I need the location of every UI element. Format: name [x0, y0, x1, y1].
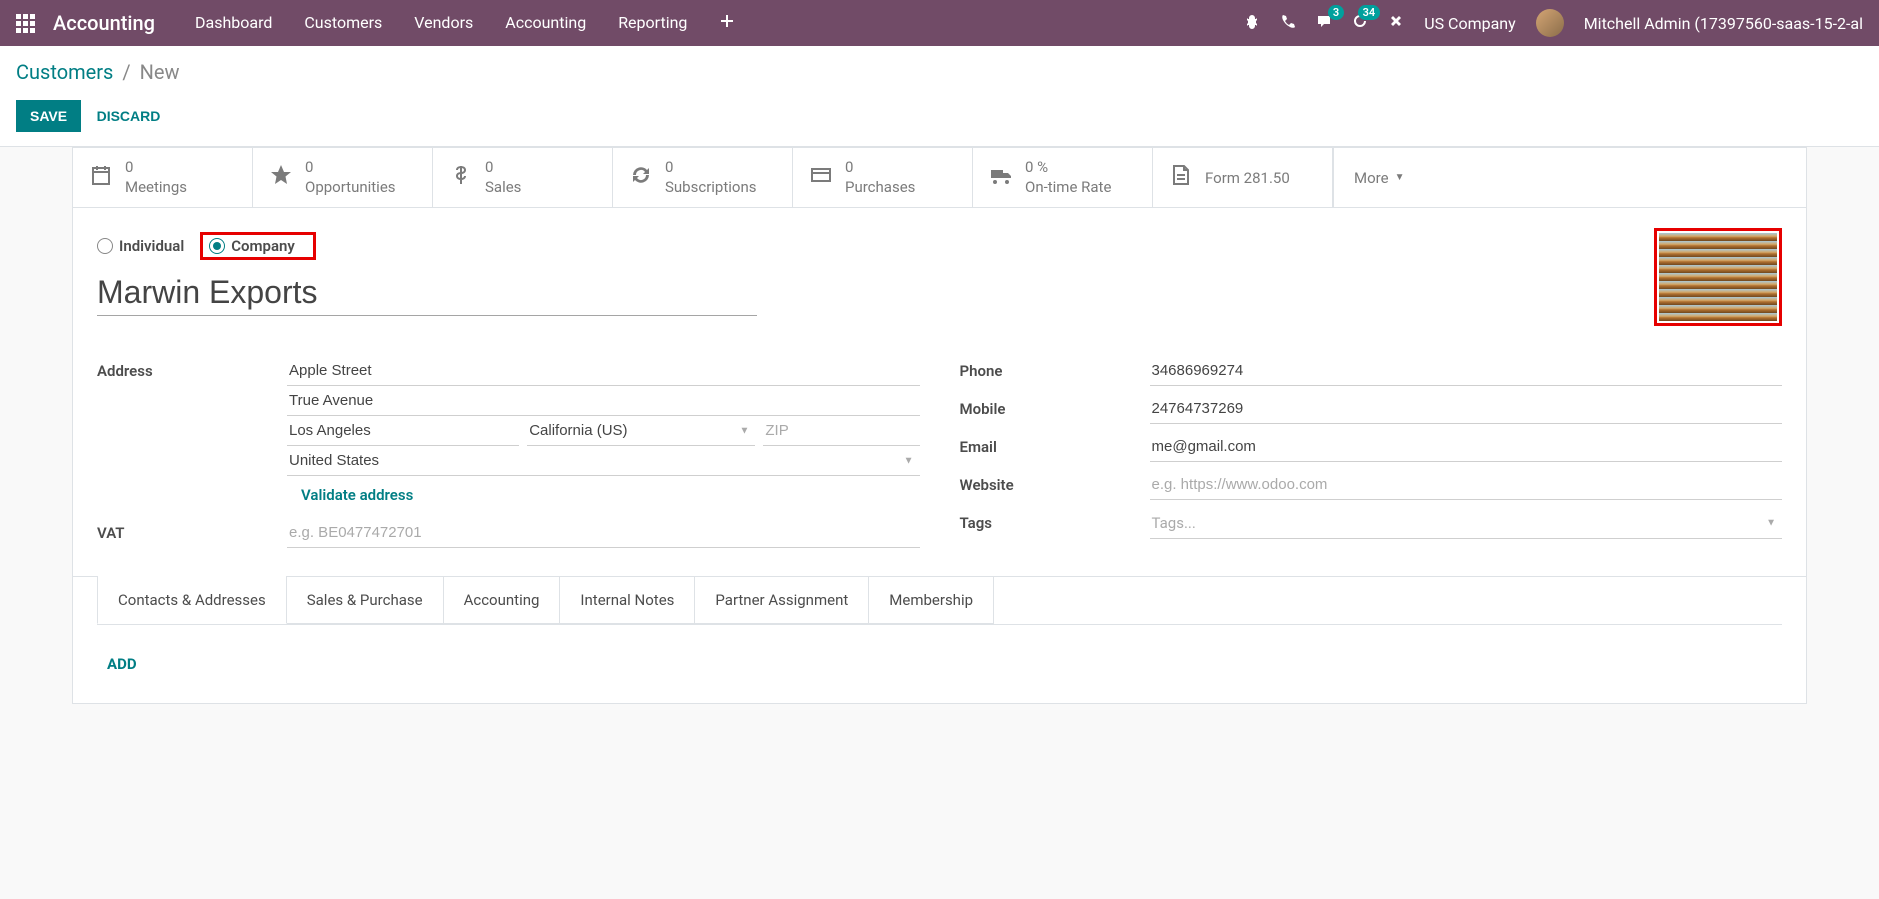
- refresh-icon: [629, 163, 653, 193]
- truck-icon: [989, 163, 1013, 193]
- settings-icon[interactable]: [1388, 13, 1404, 33]
- radio-individual[interactable]: Individual: [97, 237, 184, 255]
- radio-circle-icon: [97, 238, 113, 254]
- radio-circle-checked-icon: [209, 238, 225, 254]
- caret-down-icon: ▼: [1766, 518, 1776, 529]
- phone-label: Phone: [960, 356, 1150, 380]
- mobile-input[interactable]: [1150, 394, 1783, 424]
- company-image[interactable]: [1659, 233, 1777, 321]
- nav-reporting[interactable]: Reporting: [618, 13, 687, 33]
- name-input[interactable]: [97, 270, 757, 316]
- nav-customers[interactable]: Customers: [304, 13, 382, 33]
- tab-partner-assignment[interactable]: Partner Assignment: [694, 576, 869, 624]
- messaging-badge: 3: [1328, 5, 1344, 20]
- email-label: Email: [960, 432, 1150, 456]
- breadcrumb: Customers / New: [16, 60, 1863, 84]
- highlight-image-box: [1654, 228, 1782, 326]
- document-icon: [1169, 163, 1193, 193]
- stat-subscriptions[interactable]: 0Subscriptions: [613, 148, 793, 207]
- zip-input[interactable]: [763, 416, 919, 446]
- website-label: Website: [960, 470, 1150, 494]
- email-input[interactable]: [1150, 432, 1783, 462]
- street2-input[interactable]: [287, 386, 920, 416]
- tags-input[interactable]: Tags... ▼: [1150, 508, 1783, 539]
- save-button[interactable]: SAVE: [16, 100, 81, 132]
- tab-contacts-addresses[interactable]: Contacts & Addresses: [97, 576, 287, 624]
- stat-purchases[interactable]: 0Purchases: [793, 148, 973, 207]
- caret-down-icon: ▼: [1395, 172, 1405, 183]
- user-menu[interactable]: Mitchell Admin (17397560-saas-15-2-al: [1584, 14, 1863, 33]
- tab-accounting[interactable]: Accounting: [443, 576, 561, 624]
- stat-opportunities[interactable]: 0Opportunities: [253, 148, 433, 207]
- mobile-label: Mobile: [960, 394, 1150, 418]
- breadcrumb-root[interactable]: Customers: [16, 60, 113, 84]
- validate-address-link[interactable]: Validate address: [301, 486, 413, 504]
- highlight-company-radio: Company: [200, 232, 316, 260]
- radio-company[interactable]: Company: [209, 237, 295, 255]
- address-label: Address: [97, 356, 287, 380]
- add-button[interactable]: ADD: [107, 655, 137, 673]
- stat-more-dropdown[interactable]: More ▼: [1333, 148, 1424, 207]
- country-input[interactable]: [287, 446, 920, 476]
- dollar-icon: [449, 163, 473, 193]
- star-icon: [269, 163, 293, 193]
- messaging-icon[interactable]: 3: [1316, 13, 1332, 33]
- street-input[interactable]: [287, 356, 920, 386]
- nav-plus-icon[interactable]: [719, 13, 735, 33]
- nav-vendors[interactable]: Vendors: [414, 13, 473, 33]
- tab-sales-purchase[interactable]: Sales & Purchase: [286, 576, 444, 624]
- breadcrumb-separator: /: [122, 60, 130, 84]
- apps-icon[interactable]: [16, 14, 35, 33]
- phone-icon[interactable]: [1280, 13, 1296, 33]
- stat-row: 0Meetings 0Opportunities 0Sales 0Subscri…: [73, 148, 1806, 208]
- credit-card-icon: [809, 163, 833, 193]
- calendar-icon: [89, 163, 113, 193]
- tags-label: Tags: [960, 508, 1150, 532]
- city-input[interactable]: [287, 416, 519, 446]
- phone-input[interactable]: [1150, 356, 1783, 386]
- stat-ontime-rate[interactable]: 0 %On-time Rate: [973, 148, 1153, 207]
- discard-button[interactable]: DISCARD: [97, 108, 161, 124]
- state-input[interactable]: [527, 416, 755, 446]
- tab-nav: Contacts & Addresses Sales & Purchase Ac…: [97, 577, 1782, 625]
- nav-dashboard[interactable]: Dashboard: [195, 13, 272, 33]
- user-avatar[interactable]: [1536, 9, 1564, 37]
- stat-meetings[interactable]: 0Meetings: [73, 148, 253, 207]
- app-title[interactable]: Accounting: [53, 11, 155, 35]
- breadcrumb-current: New: [140, 60, 180, 84]
- company-selector[interactable]: US Company: [1424, 14, 1516, 33]
- activity-badge: 34: [1358, 5, 1381, 20]
- top-navbar: Accounting Dashboard Customers Vendors A…: [0, 0, 1879, 46]
- form-sheet: 0Meetings 0Opportunities 0Sales 0Subscri…: [72, 147, 1807, 704]
- bug-icon[interactable]: [1244, 13, 1260, 33]
- stat-form-281[interactable]: Form 281.50: [1153, 148, 1333, 207]
- stat-sales[interactable]: 0Sales: [433, 148, 613, 207]
- tab-membership[interactable]: Membership: [868, 576, 994, 624]
- website-input[interactable]: [1150, 470, 1783, 500]
- activity-icon[interactable]: 34: [1352, 13, 1368, 33]
- tab-internal-notes[interactable]: Internal Notes: [559, 576, 695, 624]
- nav-accounting[interactable]: Accounting: [505, 13, 586, 33]
- vat-label: VAT: [97, 518, 287, 542]
- vat-input[interactable]: [287, 518, 920, 548]
